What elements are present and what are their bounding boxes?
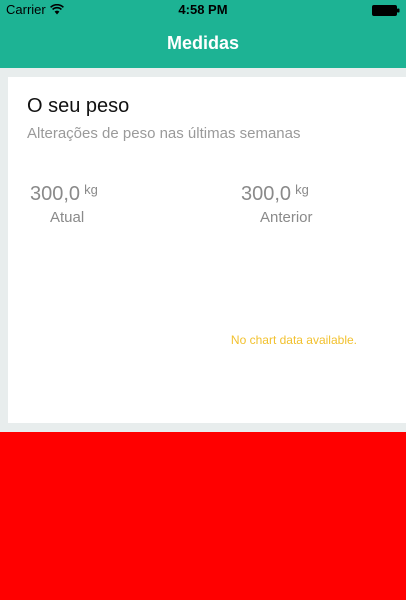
screen: Carrier 4:58 PM Medidas O seu peso Alter… <box>0 0 406 600</box>
header-bar: Carrier 4:58 PM Medidas <box>0 0 406 68</box>
chart-empty-message: No chart data available. <box>230 333 357 347</box>
status-bar: Carrier 4:58 PM <box>0 0 406 20</box>
previous-weight-unit: kg <box>295 182 309 197</box>
current-weight-label: Atual <box>50 209 85 226</box>
previous-weight-stat: 300,0 kg Anterior <box>241 182 313 226</box>
current-weight-value: 300,0 <box>30 183 81 205</box>
current-weight-unit: kg <box>84 182 98 197</box>
previous-weight-value: 300,0 <box>241 183 292 205</box>
weight-card: O seu peso Alterações de peso nas última… <box>8 77 406 423</box>
previous-weight-label: Anterior <box>260 209 313 226</box>
bottom-panel <box>0 432 406 600</box>
card-subtitle: Alterações de peso nas últimas semanas <box>27 125 301 142</box>
card-title: O seu peso <box>27 95 130 117</box>
page-title: Medidas <box>166 33 240 53</box>
battery-icon <box>372 5 400 16</box>
current-weight-stat: 300,0 kg Atual <box>30 182 98 226</box>
status-time: 4:58 PM <box>178 2 228 17</box>
